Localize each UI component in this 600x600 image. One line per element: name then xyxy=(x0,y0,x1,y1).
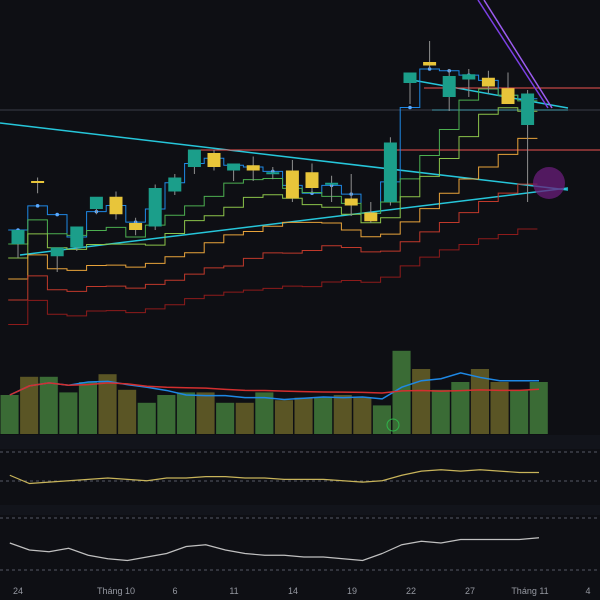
candle-body[interactable] xyxy=(11,230,25,244)
volume-bar[interactable] xyxy=(333,395,352,434)
candle-body[interactable] xyxy=(521,93,535,126)
x-tick-label: 24 xyxy=(13,586,23,596)
volume-bar[interactable] xyxy=(431,389,450,434)
candle-body[interactable] xyxy=(383,142,397,203)
candle-body[interactable] xyxy=(31,181,45,183)
volume-bar[interactable] xyxy=(412,369,431,434)
candle-body[interactable] xyxy=(344,198,358,206)
signal-marker[interactable] xyxy=(533,167,565,199)
x-tick-label: 4 xyxy=(585,586,590,596)
x-tick-label: 11 xyxy=(229,586,238,596)
ma-point xyxy=(35,204,40,208)
volume-bar[interactable] xyxy=(176,392,195,434)
volume-bar[interactable] xyxy=(39,376,58,434)
candle-body[interactable] xyxy=(70,226,84,248)
candle-body[interactable] xyxy=(481,77,495,87)
candle-body[interactable] xyxy=(462,74,476,80)
candle-body[interactable] xyxy=(403,72,417,84)
candle-body[interactable] xyxy=(305,172,319,188)
candle-body[interactable] xyxy=(501,88,515,104)
candle-body[interactable] xyxy=(442,76,456,97)
volume-bar[interactable] xyxy=(314,397,333,434)
candle-body[interactable] xyxy=(227,163,241,171)
candle-body[interactable] xyxy=(285,170,299,199)
volume-bar[interactable] xyxy=(392,350,411,434)
candle-body[interactable] xyxy=(266,172,280,175)
ma-point xyxy=(55,212,59,217)
volume-bar[interactable] xyxy=(118,389,137,434)
volume-bar[interactable] xyxy=(216,402,235,434)
ma-point xyxy=(408,105,412,110)
chart-canvas: 24 Tháng 10 6 11 14 19 22 27 Tháng 11 4 xyxy=(0,0,600,600)
x-tick-label: 22 xyxy=(406,586,416,596)
volume-bar[interactable] xyxy=(196,392,215,434)
candle-body[interactable] xyxy=(423,62,437,66)
volume-bar[interactable] xyxy=(372,405,391,434)
x-tick-label: 27 xyxy=(465,586,475,596)
volume-bar[interactable] xyxy=(510,389,529,434)
volume-bar[interactable] xyxy=(235,402,254,434)
volume-bar[interactable] xyxy=(59,392,78,434)
candle-body[interactable] xyxy=(50,247,64,257)
candle-body[interactable] xyxy=(325,182,339,185)
panel-separator-1 xyxy=(0,435,600,449)
candle-body[interactable] xyxy=(246,165,260,171)
candle-body[interactable] xyxy=(148,188,162,227)
x-tick-label: 14 xyxy=(288,586,298,596)
candle-body[interactable] xyxy=(168,177,182,192)
volume-bar[interactable] xyxy=(294,397,313,434)
candle-body[interactable] xyxy=(129,223,143,230)
x-tick-label: 6 xyxy=(172,586,177,596)
volume-bar[interactable] xyxy=(157,395,176,434)
panel-separator-2 xyxy=(0,505,600,515)
candle-body[interactable] xyxy=(109,196,123,215)
volume-bar[interactable] xyxy=(0,395,19,434)
candle-body[interactable] xyxy=(364,212,378,222)
volume-bar[interactable] xyxy=(274,400,293,434)
volume-bar[interactable] xyxy=(353,397,372,434)
candle-body[interactable] xyxy=(89,196,103,209)
x-tick-label: Tháng 10 xyxy=(97,586,135,596)
volume-bar[interactable] xyxy=(137,402,156,434)
x-tick-label: 19 xyxy=(347,586,357,596)
candle-body[interactable] xyxy=(207,153,221,167)
volume-bar[interactable] xyxy=(78,382,97,434)
candle-body[interactable] xyxy=(187,149,201,168)
x-tick-label: Tháng 11 xyxy=(511,586,548,596)
